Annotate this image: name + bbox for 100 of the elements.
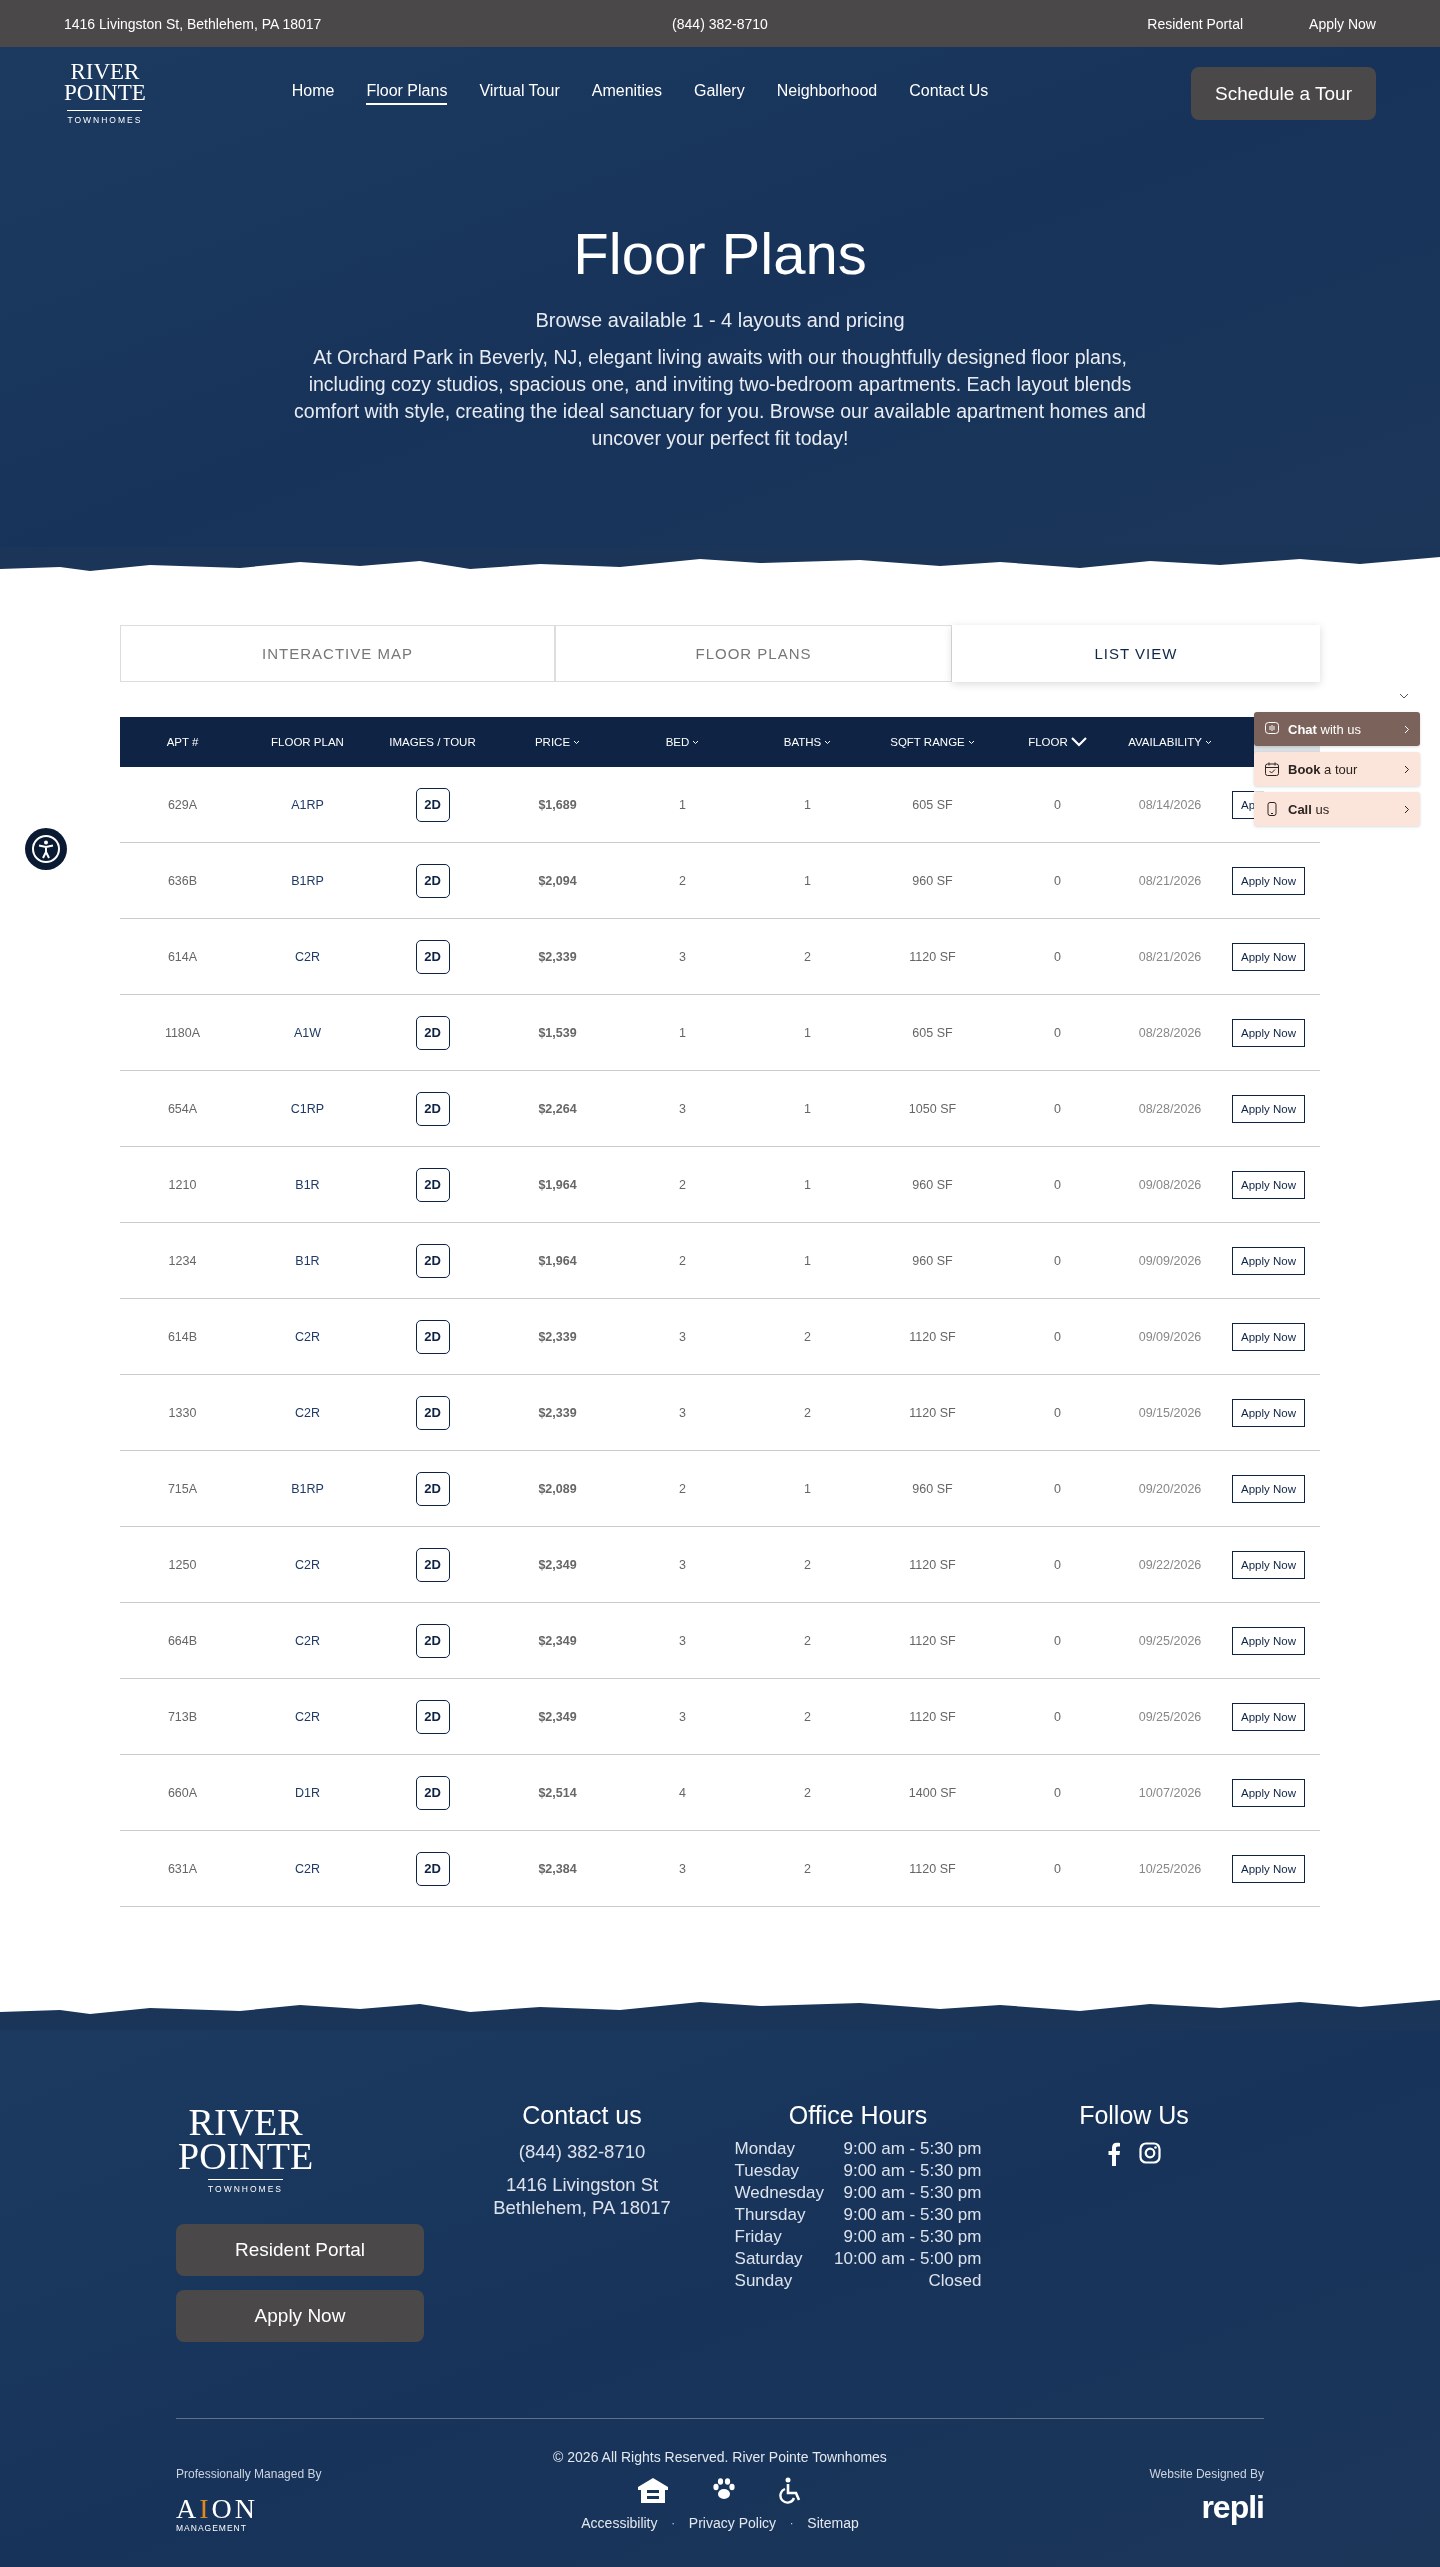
footer-link[interactable]: Sitemap (807, 2515, 859, 2531)
phone-link[interactable]: (844) 382-8710 (501, 15, 939, 32)
contact-option[interactable]: Chat with us (1254, 712, 1420, 746)
tour-button[interactable]: 2D (415, 1699, 450, 1734)
facebook-icon[interactable] (1107, 2142, 1121, 2166)
table-cell-text: 09/20/2026 (1137, 1481, 1203, 1496)
apply-button[interactable]: Apply Now (1232, 1246, 1305, 1275)
page-title: Floor Plans (573, 220, 867, 287)
floor-plan-link[interactable]: C2R (245, 1633, 370, 1648)
phone-link[interactable]: (844) 382-8710 (518, 2140, 646, 2163)
chevron-icon (1404, 724, 1410, 734)
table-cell-text: 1120 SF (908, 1861, 957, 1876)
apply-button[interactable]: Apply Now (1232, 1550, 1305, 1579)
weekday-text: Sunday (734, 2270, 794, 2292)
table-cell-text: 09/08/2026 (1137, 1177, 1203, 1192)
designer-logo[interactable]: repli (1201, 2489, 1264, 2526)
tour-button[interactable]: 2D (415, 1015, 450, 1050)
floor-plan-link[interactable]: C2R (245, 949, 370, 964)
floor-plan-link[interactable]: A1W (245, 1025, 370, 1040)
apply-button[interactable]: Apply Now (1232, 866, 1305, 895)
tour-button[interactable]: 2D (415, 1471, 450, 1506)
schedule-tour-button[interactable]: Schedule a Tour (1191, 67, 1376, 120)
apply-button[interactable]: Apply Now (1232, 1702, 1305, 1731)
nav-link[interactable]: Floor Plans (366, 82, 448, 105)
apply-button[interactable]: Apply Now (1232, 1474, 1305, 1503)
apply-button[interactable]: Apply Now (1232, 1018, 1305, 1047)
tour-button[interactable]: 2D (415, 1091, 450, 1126)
table-cell-text: 636B (166, 873, 199, 888)
floor-plan-link[interactable]: C2R (245, 1557, 370, 1572)
floor-plan-link[interactable]: C2R (245, 1709, 370, 1724)
view-tab[interactable]: INTERACTIVE MAP (120, 625, 555, 682)
contact-option[interactable]: Call us (1254, 792, 1420, 826)
table-cell-text: 0 (1053, 1025, 1062, 1040)
table-cell-text: 1 (803, 1177, 812, 1192)
apply-button[interactable]: Apply Now (1232, 1626, 1305, 1655)
tour-button[interactable]: 2D (415, 1319, 450, 1354)
management-logo[interactable]: AION (176, 2495, 539, 2523)
apply-button[interactable]: Apply Now (1232, 1322, 1305, 1351)
top-link[interactable]: Apply Now (1309, 15, 1376, 32)
contact-option[interactable]: Book a tour (1254, 752, 1420, 786)
floor-plan-link[interactable]: C2R (245, 1405, 370, 1420)
contact-heading: Contact us (522, 2101, 642, 2130)
table-cell-text: 2 (803, 1709, 812, 1724)
tour-button[interactable]: 2D (415, 1851, 450, 1886)
floor-plan-link[interactable]: B1RP (245, 873, 370, 888)
tour-button[interactable]: 2D (415, 1243, 450, 1278)
footer-link[interactable]: Accessibility (581, 2515, 658, 2531)
floor-plan-link[interactable]: B1RP (245, 1481, 370, 1496)
floor-plan-link[interactable]: A1RP (245, 797, 370, 812)
apply-button[interactable]: Apply Now (1232, 1778, 1305, 1807)
table-cell-text: 2 (803, 1405, 812, 1420)
sort-icon[interactable] (824, 739, 832, 745)
sort-icon[interactable] (1070, 737, 1087, 747)
sort-icon[interactable] (692, 739, 700, 745)
apply-button[interactable]: Apply Now (1232, 1170, 1305, 1199)
accessibility-button[interactable] (25, 828, 67, 870)
floor-plan-link[interactable]: B1R (245, 1253, 370, 1268)
table-cell-text: 1250 (167, 1557, 198, 1572)
footer-link[interactable]: Privacy Policy (688, 2515, 776, 2531)
management-logo-subtitle: MANAGEMENT (176, 2523, 248, 2533)
nav-link[interactable]: Home (291, 82, 335, 105)
apply-button[interactable]: Apply Now (1232, 1398, 1305, 1427)
tour-button[interactable]: 2D (415, 1395, 450, 1430)
apply-button[interactable]: Apply Now (1232, 942, 1305, 971)
table-cell-text: 1210 (167, 1177, 198, 1192)
hours-text: 9:00 am - 5:30 pm (842, 2204, 982, 2226)
top-link[interactable]: Resident Portal (1147, 15, 1244, 32)
sort-icon[interactable] (573, 739, 581, 745)
instagram-icon[interactable] (1139, 2142, 1161, 2164)
hours-heading: Office Hours (788, 2101, 928, 2130)
tour-button[interactable]: 2D (415, 1623, 450, 1658)
sort-icon[interactable] (1204, 739, 1212, 745)
view-tab[interactable]: FLOOR PLANS (555, 625, 952, 682)
tour-button[interactable]: 2D (415, 1775, 450, 1810)
floor-plan-link[interactable]: D1R (245, 1785, 370, 1800)
hours-text: 10:00 am - 5:00 pm (834, 2248, 982, 2270)
nav-link[interactable]: Contact Us (909, 82, 989, 105)
floor-plan-link[interactable]: C1RP (245, 1101, 370, 1116)
price-cell-text: $2,339 (537, 1405, 578, 1420)
footer-button[interactable]: Resident Portal (176, 2224, 424, 2276)
floor-plan-link[interactable]: C2R (245, 1329, 370, 1344)
table-cell-text: 960 SF (911, 1253, 954, 1268)
tour-button[interactable]: 2D (415, 787, 450, 822)
nav-link[interactable]: Amenities (591, 82, 662, 105)
apply-button[interactable]: Apply Now (1232, 1854, 1305, 1883)
collapse-icon[interactable] (1399, 692, 1409, 700)
tour-button[interactable]: 2D (415, 863, 450, 898)
table-cell-text: 1 (678, 1025, 687, 1040)
tour-button[interactable]: 2D (415, 1167, 450, 1202)
floor-plan-link[interactable]: C2R (245, 1861, 370, 1876)
nav-link[interactable]: Gallery (694, 82, 745, 105)
tour-button[interactable]: 2D (415, 1547, 450, 1582)
nav-link[interactable]: Neighborhood (776, 82, 878, 105)
nav-link[interactable]: Virtual Tour (479, 82, 560, 105)
tour-button[interactable]: 2D (415, 939, 450, 974)
view-tab[interactable]: LIST VIEW (952, 625, 1320, 682)
footer-button[interactable]: Apply Now (176, 2290, 424, 2342)
apply-button[interactable]: Apply Now (1232, 1094, 1305, 1123)
floor-plan-link[interactable]: B1R (245, 1177, 370, 1192)
sort-icon[interactable] (967, 739, 975, 745)
